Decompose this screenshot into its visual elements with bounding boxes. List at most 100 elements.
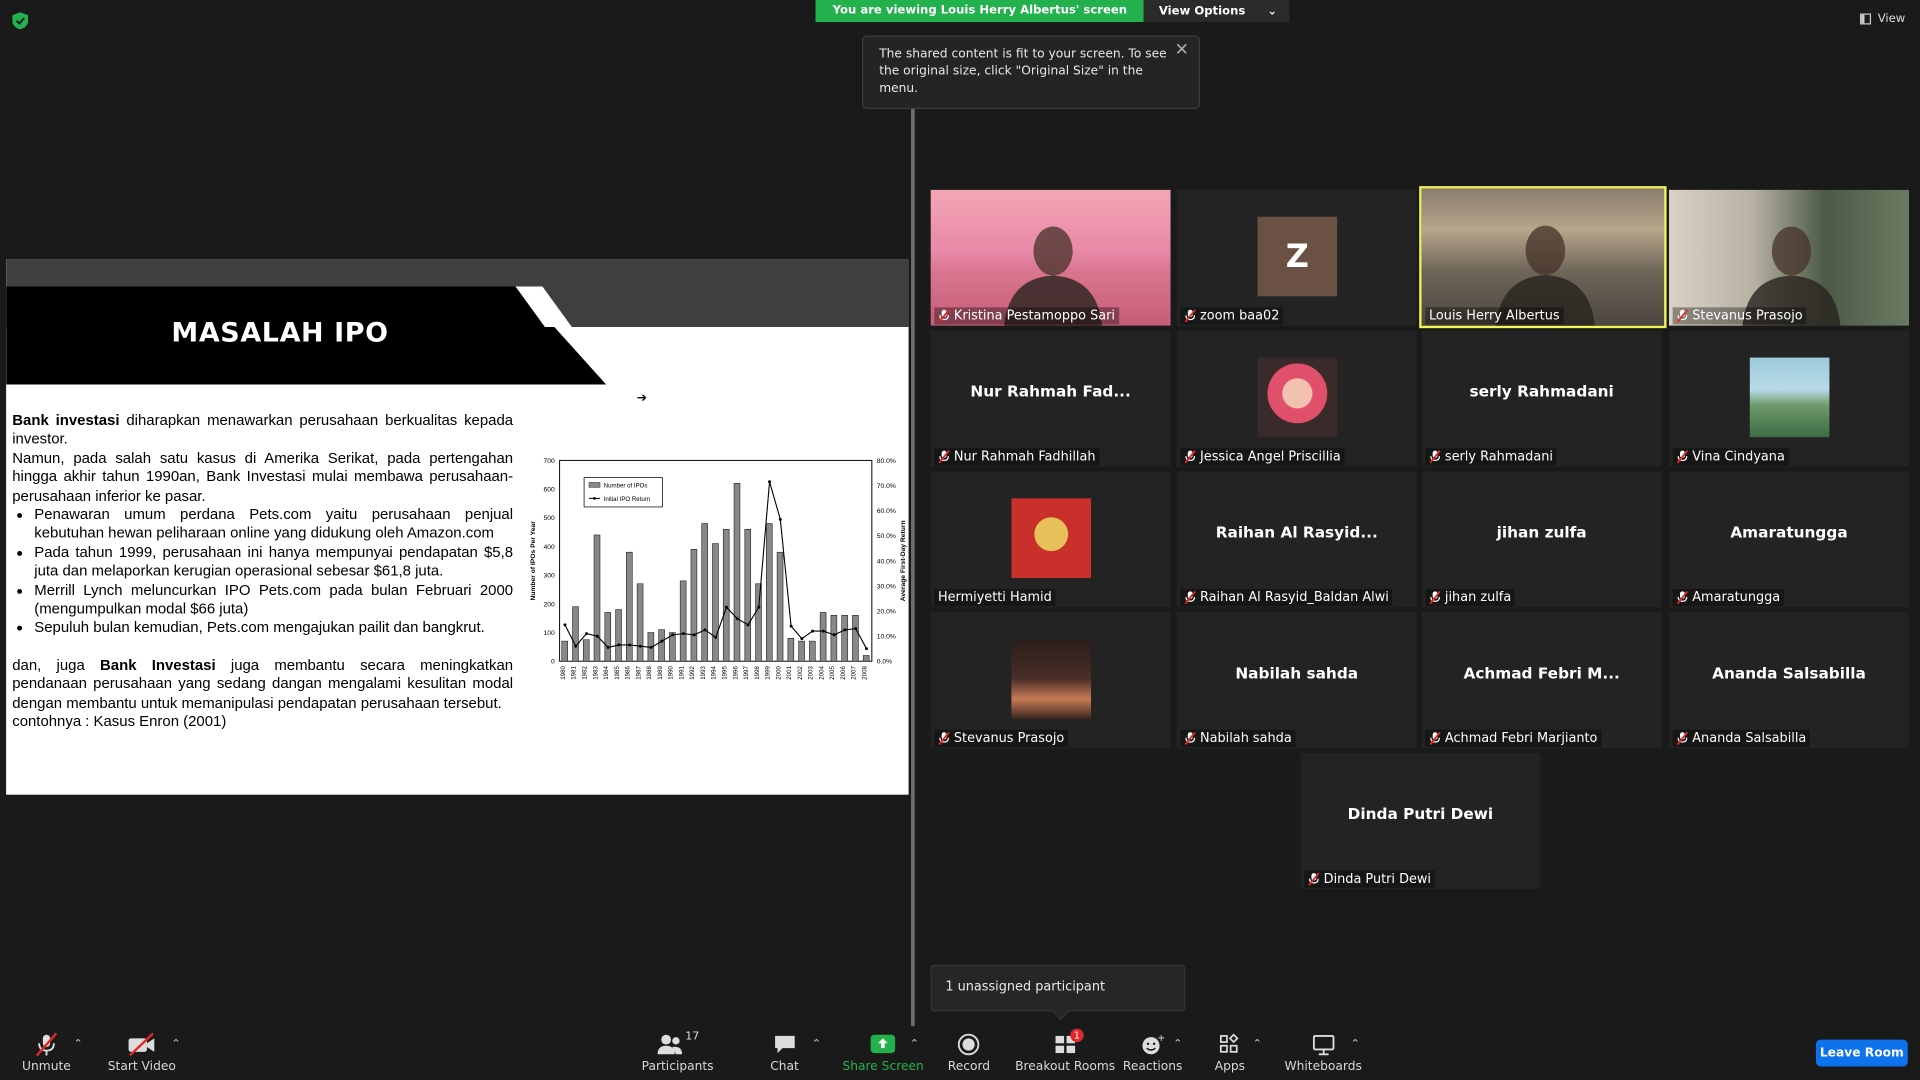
bar bbox=[733, 483, 741, 662]
mic-muted-icon bbox=[1676, 309, 1689, 323]
participant-tile[interactable]: serly Rahmadani serly Rahmadani bbox=[1421, 330, 1662, 467]
line-point bbox=[768, 480, 772, 484]
avatar bbox=[1011, 498, 1092, 578]
participants-button[interactable]: 17 Participants bbox=[642, 1031, 714, 1074]
mic-muted-icon bbox=[1184, 450, 1196, 464]
bar bbox=[809, 640, 816, 662]
mic-muted-icon bbox=[1676, 731, 1689, 746]
participants-count: 17 bbox=[685, 1031, 700, 1044]
apps-button[interactable]: Apps bbox=[1215, 1031, 1245, 1074]
leave-room-button[interactable]: Leave Room bbox=[1815, 1039, 1908, 1067]
participant-tile[interactable]: jihan zulfa jihan zulfa bbox=[1421, 471, 1662, 608]
participant-tile[interactable]: Amaratungga Amaratungga bbox=[1668, 471, 1909, 608]
x-tick-label: 1998 bbox=[754, 666, 761, 680]
share-screen-label: Share Screen bbox=[842, 1060, 924, 1074]
viewing-text: You are viewing Louis Herry Albertus' sc… bbox=[815, 0, 1145, 23]
line-point bbox=[811, 629, 815, 633]
line-point bbox=[778, 517, 782, 521]
participant-tile[interactable]: Jessica Angel Priscillia bbox=[1176, 330, 1417, 467]
line-point bbox=[714, 635, 718, 639]
participant-tile[interactable]: Stevanus Prasojo bbox=[1668, 189, 1909, 326]
chevron-up-icon[interactable]: ⌃ bbox=[910, 1038, 919, 1050]
view-options-button[interactable]: View Options ⌄ bbox=[1144, 0, 1290, 23]
mic-muted-icon bbox=[1429, 590, 1441, 605]
bar bbox=[582, 639, 590, 662]
participant-tile[interactable]: Hermiyetti Hamid bbox=[930, 471, 1171, 608]
share-screen-icon bbox=[870, 1034, 896, 1054]
participant-tile[interactable]: Stevanus Prasojo bbox=[930, 612, 1171, 749]
line-point bbox=[563, 623, 567, 627]
participant-tile[interactable]: Nabilah sahda Nabilah sahda bbox=[1176, 612, 1417, 749]
participant-name: Hermiyetti Hamid bbox=[937, 590, 1052, 605]
participants-label: Participants bbox=[641, 1060, 714, 1074]
bar bbox=[690, 549, 698, 662]
legend-label: Initial IPO Return bbox=[604, 496, 651, 503]
participant-tile[interactable]: Ananda Salsabilla Ananda Salsabilla bbox=[1668, 612, 1909, 749]
bar bbox=[561, 640, 568, 662]
participant-tile[interactable]: Kristina Pestamoppo Sari bbox=[930, 189, 1171, 326]
y2-tick-label: 30.0% bbox=[877, 583, 896, 590]
participant-tile[interactable]: Raihan Al Rasyid... Raihan Al Rasyid_Bald… bbox=[1176, 471, 1417, 608]
chevron-up-icon[interactable]: ⌃ bbox=[812, 1038, 821, 1050]
ipo-chart: 0 100 200 300 400 500 600 700 0.0% 10.0% 20.0% 30.0… bbox=[530, 458, 907, 680]
chat-icon bbox=[774, 1035, 795, 1054]
participant-tile[interactable]: Dinda Putri Dewi Dinda Putri Dewi bbox=[1300, 753, 1541, 889]
arrow-right-icon: ➔ bbox=[636, 391, 648, 406]
line-point bbox=[595, 634, 599, 638]
unassigned-participant-popup[interactable]: 1 unassigned participant bbox=[930, 964, 1186, 1021]
bullet-item: Merrill Lynch meluncurkan IPO Pets.com p… bbox=[34, 581, 513, 619]
splitter-handle[interactable] bbox=[911, 108, 915, 1028]
unmute-button[interactable]: Unmute bbox=[22, 1031, 71, 1074]
bullet-item: Penawaran umum perdana Pets.com yaitu pe… bbox=[34, 506, 513, 544]
chevron-up-icon[interactable]: ⌃ bbox=[73, 1038, 82, 1050]
record-button[interactable]: Record bbox=[948, 1031, 990, 1074]
participant-tile[interactable]: Achmad Febri M... Achmad Febri Marjianto bbox=[1421, 612, 1662, 749]
slide-title-banner bbox=[6, 286, 909, 385]
participant-name-caption: Achmad Febri Marjianto bbox=[1425, 729, 1602, 747]
participant-tile[interactable]: Zzoom baa02 bbox=[1176, 189, 1417, 326]
participant-name-caption: Stevanus Prasojo bbox=[934, 729, 1068, 747]
apps-icon bbox=[1220, 1033, 1240, 1053]
y2-tick-label: 40.0% bbox=[877, 558, 896, 565]
x-tick-label: 1989 bbox=[657, 666, 664, 680]
close-icon[interactable]: ✕ bbox=[1175, 42, 1189, 59]
participant-tile[interactable]: Vina Cindyana bbox=[1668, 330, 1909, 467]
view-button[interactable]: View bbox=[1860, 12, 1905, 26]
chat-button[interactable]: Chat bbox=[770, 1031, 799, 1074]
chevron-up-icon[interactable]: ⌃ bbox=[1173, 1038, 1182, 1050]
chevron-up-icon[interactable]: ⌃ bbox=[1351, 1038, 1360, 1050]
line-point bbox=[703, 628, 707, 632]
start-video-button[interactable]: Start Video bbox=[108, 1031, 176, 1074]
y2-tick-label: 20.0% bbox=[877, 608, 896, 615]
shield-icon[interactable] bbox=[12, 12, 29, 30]
line-point bbox=[638, 644, 642, 648]
smiley-icon: + bbox=[1142, 1033, 1165, 1055]
chevron-up-icon[interactable]: ⌃ bbox=[171, 1038, 180, 1050]
x-tick-label: 2005 bbox=[829, 666, 836, 680]
paragraph-3: dan, juga Bank Investasi juga membantu s… bbox=[12, 656, 513, 713]
breakout-rooms-button[interactable]: 1 Breakout Rooms bbox=[1015, 1028, 1116, 1074]
participant-tile[interactable]: Louis Herry Albertus bbox=[1419, 186, 1667, 329]
mic-muted-icon bbox=[1184, 590, 1196, 605]
participant-display-name: Dinda Putri Dewi bbox=[1347, 804, 1494, 823]
line-point bbox=[617, 643, 621, 647]
bar bbox=[776, 551, 784, 662]
y2-tick-label: 80.0% bbox=[877, 458, 896, 465]
participant-display-name: serly Rahmadani bbox=[1469, 382, 1614, 401]
line-point bbox=[585, 632, 588, 636]
reactions-label: Reactions bbox=[1122, 1060, 1183, 1074]
participant-tile[interactable]: Nur Rahmah Fad... Nur Rahmah Fadhillah bbox=[930, 330, 1171, 467]
participant-display-name: Nabilah sahda bbox=[1235, 663, 1359, 683]
participant-name-caption: Jessica Angel Priscillia bbox=[1180, 448, 1345, 466]
x-tick-label: 2003 bbox=[808, 666, 815, 680]
participant-name: Raihan Al Rasyid_Baldan Alwi bbox=[1200, 590, 1389, 605]
unassigned-text: 1 unassigned participant bbox=[945, 979, 1106, 995]
microphone-muted-icon bbox=[35, 1032, 58, 1057]
fit-screen-tooltip: The shared content is fit to your screen… bbox=[862, 35, 1201, 109]
breakout-rooms-label: Breakout Rooms bbox=[1015, 1060, 1116, 1074]
chevron-up-icon[interactable]: ⌃ bbox=[1253, 1038, 1262, 1050]
x-tick-label: 1993 bbox=[700, 666, 707, 680]
line-point bbox=[864, 647, 868, 651]
participant-name-caption: jihan zulfa bbox=[1425, 588, 1515, 607]
x-tick-label: 1982 bbox=[582, 666, 589, 680]
